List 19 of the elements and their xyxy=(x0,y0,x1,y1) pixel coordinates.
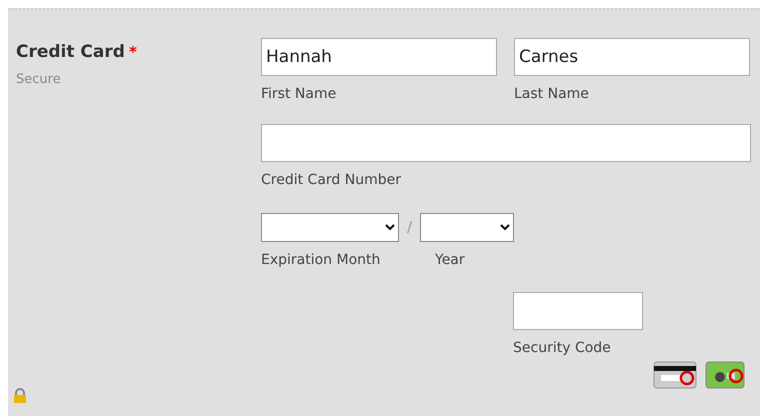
section-subtitle: Secure xyxy=(16,70,61,88)
field-label: Year xyxy=(435,251,465,270)
field-label: Credit Card Number xyxy=(261,171,401,190)
field-label: Expiration Month xyxy=(261,251,382,270)
date-separator: / xyxy=(407,217,412,238)
field-label: Last Name xyxy=(514,85,589,104)
card-back-icon xyxy=(653,361,697,389)
lock-icon xyxy=(12,388,28,404)
card-front-icon xyxy=(705,361,745,389)
field-label: Security Code xyxy=(513,339,611,358)
month-select[interactable] xyxy=(261,213,399,242)
card-number-field[interactable] xyxy=(261,124,751,162)
required-mark: * xyxy=(128,43,137,61)
year-select[interactable] xyxy=(420,213,514,242)
field-label: First Name xyxy=(261,85,336,104)
section-title: Credit Card xyxy=(16,42,125,62)
name-field[interactable]: Carnes xyxy=(514,38,750,76)
name-field[interactable]: Hannah xyxy=(261,38,497,76)
security-code-field[interactable] xyxy=(513,292,643,330)
